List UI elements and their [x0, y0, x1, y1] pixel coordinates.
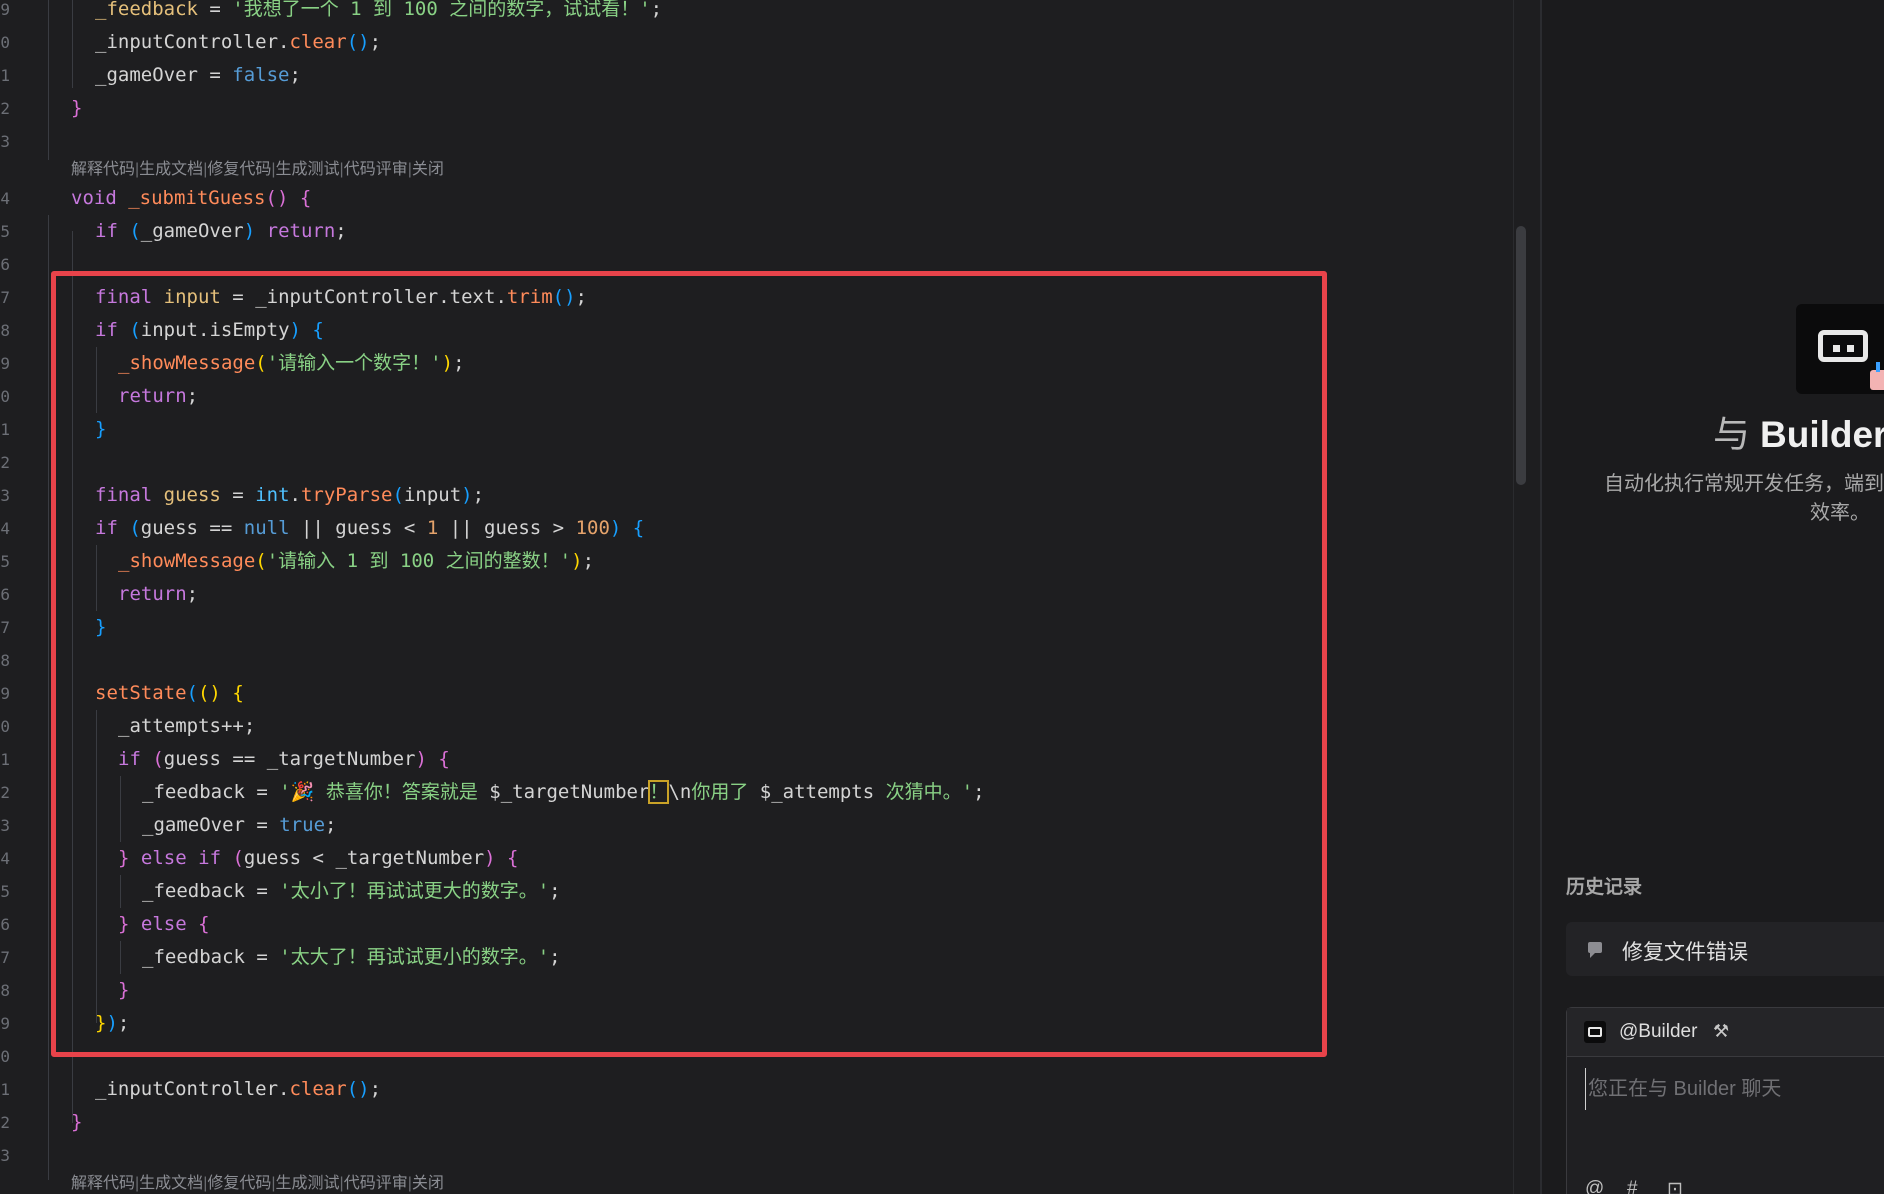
- code-line: }: [71, 97, 83, 119]
- code-lens-generate-tests[interactable]: 生成测试: [276, 1175, 340, 1192]
- code-lens-close[interactable]: 关闭: [412, 1175, 444, 1192]
- line-number: 8: [0, 321, 10, 340]
- line-number: 6: [0, 585, 10, 604]
- agent-mention[interactable]: @Builder: [1619, 1021, 1697, 1043]
- line-number: 2: [0, 783, 10, 802]
- code-line: _inputController.clear();: [95, 1078, 382, 1100]
- line-number: 6: [0, 915, 10, 934]
- line-number: 3: [0, 132, 10, 151]
- code-line: void _submitGuess() {: [71, 187, 312, 209]
- line-number: 0: [0, 33, 10, 52]
- cake-icon: [1870, 370, 1884, 390]
- chat-agent-header: @Builder ⚒: [1567, 1008, 1884, 1057]
- code-line: _feedback = '我想了一个 1 到 100 之间的数字，试试看！';: [95, 0, 663, 20]
- line-number: 1: [0, 750, 10, 769]
- line-number: 8: [0, 981, 10, 1000]
- image-attach-icon[interactable]: ⊡: [1667, 1178, 1683, 1194]
- builder-logo: [1796, 304, 1884, 394]
- builder-description: 效率。: [1810, 502, 1870, 524]
- code-lens-bar: 解释代码|生成文档|修复代码|生成测试|代码评审|关闭: [71, 1175, 444, 1192]
- line-number: 9: [0, 354, 10, 373]
- history-title: 历史记录: [1566, 877, 1643, 898]
- line-number: 5: [0, 552, 10, 571]
- line-number: 0: [0, 717, 10, 736]
- code-line: if (_gameOver) return;: [95, 220, 347, 242]
- indent-guide: [48, 0, 49, 160]
- builder-panel: 与 Builder 自动化执行常规开发任务，端到 效率。 历史记录 修复文件错误 …: [1542, 0, 1884, 1194]
- indent-guide: [72, 0, 73, 88]
- code-lens-explain[interactable]: 解释代码: [71, 161, 135, 178]
- code-line: _inputController.clear();: [95, 31, 382, 53]
- builder-title: 与 Builder: [1713, 414, 1884, 455]
- mention-icon[interactable]: @: [1585, 1178, 1604, 1194]
- builder-description: 自动化执行常规开发任务，端到: [1604, 473, 1884, 495]
- robot-icon: [1818, 330, 1868, 362]
- candle-icon: [1876, 362, 1880, 372]
- code-lens-generate-tests[interactable]: 生成测试: [276, 161, 340, 178]
- history-item-label: 修复文件错误: [1622, 941, 1748, 964]
- line-number: 1: [0, 1080, 10, 1099]
- code-lens-explain[interactable]: 解释代码: [71, 1175, 135, 1192]
- line-number: 2: [0, 453, 10, 472]
- hash-icon[interactable]: #: [1627, 1178, 1638, 1194]
- line-number: 3: [0, 1146, 10, 1165]
- line-number: 4: [0, 189, 10, 208]
- line-number: 1: [0, 420, 10, 439]
- line-number: 4: [0, 849, 10, 868]
- line-number: 7: [0, 948, 10, 967]
- code-lens-close[interactable]: 关闭: [412, 161, 444, 178]
- chat-bubble-icon: [1588, 942, 1602, 958]
- chat-input[interactable]: [1585, 1068, 1880, 1110]
- builder-agent-icon: [1584, 1021, 1606, 1043]
- line-number: 9: [0, 1014, 10, 1033]
- code-line: }: [71, 1111, 83, 1133]
- history-item[interactable]: 修复文件错误: [1566, 922, 1884, 976]
- scrollbar-thumb[interactable]: [1516, 226, 1526, 485]
- chat-composer: @Builder ⚒ @ # ⊡: [1566, 1007, 1884, 1194]
- code-lens-fix-code[interactable]: 修复代码: [207, 161, 271, 178]
- code-lens-generate-docs[interactable]: 生成文档: [139, 161, 203, 178]
- line-number: 5: [0, 222, 10, 241]
- tools-icon[interactable]: ⚒: [1713, 1021, 1729, 1042]
- code-lens-generate-docs[interactable]: 生成文档: [139, 1175, 203, 1192]
- code-lens-review[interactable]: 代码评审: [344, 1175, 408, 1192]
- line-number: 5: [0, 882, 10, 901]
- code-lens-review[interactable]: 代码评审: [344, 161, 408, 178]
- line-number: 2: [0, 1113, 10, 1132]
- indent-guide: [48, 215, 49, 1180]
- line-number: 6: [0, 255, 10, 274]
- line-number: 3: [0, 816, 10, 835]
- line-number: 0: [0, 387, 10, 406]
- line-number: 4: [0, 519, 10, 538]
- selection-highlight-box: [51, 271, 1327, 1057]
- scrollbar-track: [1513, 0, 1514, 1194]
- line-number: 8: [0, 651, 10, 670]
- line-number: 2: [0, 99, 10, 118]
- code-lens-bar: 解释代码|生成文档|修复代码|生成测试|代码评审|关闭: [71, 161, 444, 178]
- line-number: 3: [0, 486, 10, 505]
- line-number: 7: [0, 618, 10, 637]
- line-number: 9: [0, 0, 10, 19]
- code-editor[interactable]: 9 0 1 2 3 4 5 6 7 8 9 0 1 2 3 4 5 6 7 8 …: [0, 0, 1540, 1194]
- line-number: 1: [0, 66, 10, 85]
- line-number: 0: [0, 1047, 10, 1066]
- code-lens-fix-code[interactable]: 修复代码: [207, 1175, 271, 1192]
- line-number: 7: [0, 288, 10, 307]
- line-number: 9: [0, 684, 10, 703]
- code-line: _gameOver = false;: [95, 64, 301, 86]
